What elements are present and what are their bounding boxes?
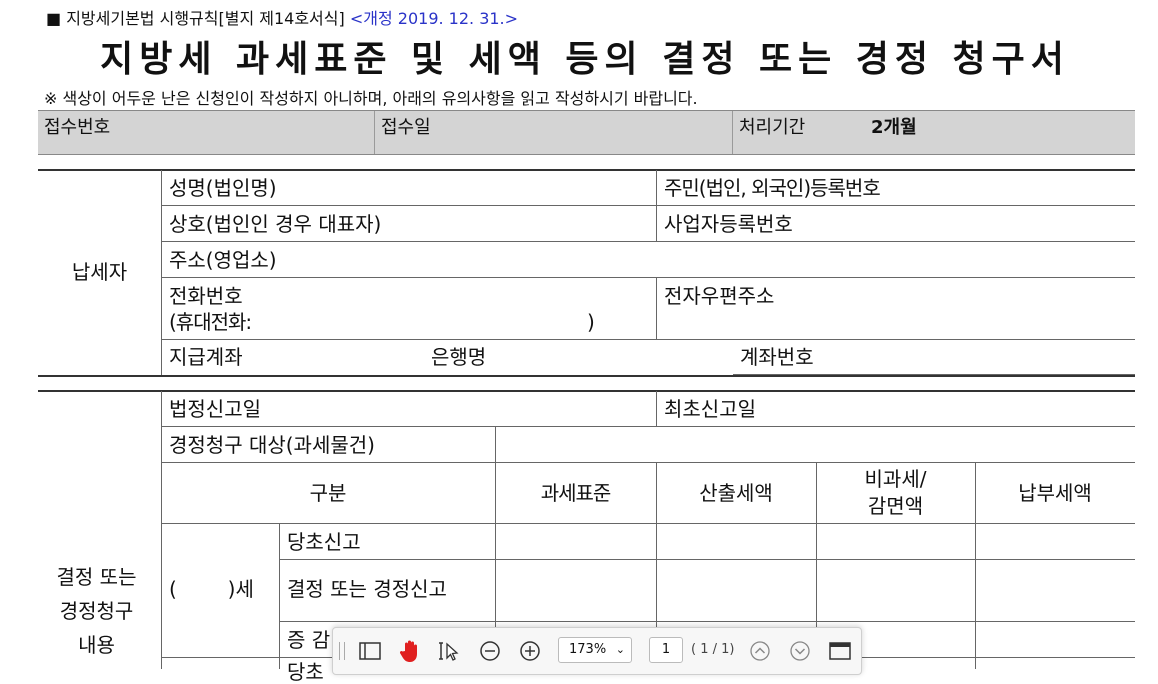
section-top-rule: [38, 169, 1135, 171]
account-label: 지급계좌: [169, 345, 243, 369]
row-divider: [279, 559, 1135, 560]
col-divider: [279, 523, 280, 669]
col-divider: [656, 170, 657, 241]
zoom-select[interactable]: 173% ⌄: [558, 637, 632, 663]
hand-tool-icon[interactable]: [397, 638, 423, 664]
row-divider: [161, 523, 1135, 524]
claim-section-label-3: 내용: [78, 633, 115, 657]
registration-number-label: 주민(법인, 외국인)등록번호: [664, 176, 881, 200]
page-total: ( 1 / 1): [691, 642, 735, 657]
toolbar-grip[interactable]: [339, 642, 345, 660]
chevron-down-icon: ⌄: [615, 643, 625, 656]
address-label: 주소(영업소): [169, 248, 277, 272]
row-divider: [161, 277, 1135, 278]
zoom-in-icon[interactable]: [517, 638, 543, 664]
receipt-number-label: 접수번호: [44, 117, 111, 138]
claim-section-label-1: 결정 또는: [56, 565, 137, 589]
mobile-label: (휴대전화:: [169, 310, 252, 334]
first-filing-date-label: 최초신고일: [664, 397, 756, 421]
paid-tax-header: 납부세액: [1018, 481, 1092, 505]
tax-type-label: ( )세: [169, 577, 254, 601]
page-number-input[interactable]: 1: [649, 637, 683, 663]
row-divider: [161, 241, 1135, 242]
change-label: 증 감: [287, 628, 331, 652]
previous-page-icon[interactable]: [747, 638, 773, 664]
decision-filing-label: 결정 또는 경정신고: [287, 577, 447, 601]
legal-date-label: 법정신고일: [169, 397, 261, 421]
section-bottom-rule: [38, 375, 1135, 377]
row-divider: [161, 339, 1135, 340]
viewer-toolbar: 173% ⌄ 1 ( 1 / 1): [332, 627, 862, 675]
row-divider: [279, 621, 1135, 622]
calculated-tax-header: 산출세액: [699, 481, 773, 505]
receipt-number-cell: 접수번호: [38, 111, 375, 154]
trade-name-label: 상호(법인인 경우 대표자): [169, 212, 382, 236]
exemption-header-1: 비과세/: [864, 467, 927, 491]
select-cursor-icon[interactable]: [437, 638, 463, 664]
account-number-label: 계좌번호: [740, 345, 814, 369]
name-label: 성명(법인명): [169, 176, 277, 200]
initial-filing-label: 당초신고: [287, 530, 361, 554]
row-divider: [161, 205, 1135, 206]
fit-page-icon[interactable]: [827, 638, 853, 664]
form-ref-text: ■ 지방세기본법 시행규칙[별지 제14호서식]: [46, 9, 345, 28]
claim-top-rule: [38, 390, 1135, 392]
claim-section-label-2: 경정청구: [59, 599, 134, 623]
zoom-value: 173%: [569, 642, 607, 657]
exemption-header-2: 감면액: [867, 494, 924, 518]
claim-label-divider: [161, 391, 162, 669]
processing-period-value: 2개월: [870, 117, 917, 138]
zoom-out-icon[interactable]: [477, 638, 503, 664]
taxpayer-label-divider: [161, 170, 162, 376]
page-title: 지방세 과세표준 및 세액 등의 결정 또는 경정 청구서: [100, 39, 1070, 80]
partial-row-label: 당초: [287, 660, 324, 684]
mobile-close-paren: ): [587, 310, 595, 334]
tax-base-header: 과세표준: [540, 481, 612, 505]
claim-target-label: 경정청구 대상(과세물건): [169, 433, 375, 457]
processing-period-label: 처리기간: [739, 117, 806, 138]
bank-name-label: 은행명: [431, 345, 487, 369]
processing-period-cell: 처리기간 2개월: [733, 111, 1135, 154]
receipt-date-label: 접수일: [381, 117, 431, 138]
division-header: 구분: [309, 481, 347, 505]
receipt-date-cell: 접수일: [375, 111, 733, 154]
phone-label: 전화번호: [169, 284, 243, 308]
row-divider: [161, 426, 1135, 427]
form-reference: ■ 지방세기본법 시행규칙[별지 제14호서식] <개정 2019. 12. 3…: [46, 5, 518, 29]
instruction-note: ※ 색상이 어두운 난은 신청인이 작성하지 아니하며, 아래의 유의사항을 읽…: [44, 89, 698, 108]
revision-date: <개정 2019. 12. 31.>: [349, 9, 519, 28]
taxpayer-section-label: 납세자: [71, 260, 128, 284]
row-divider: [161, 462, 1135, 463]
next-page-icon[interactable]: [787, 638, 813, 664]
sidebar-toggle-icon[interactable]: [357, 638, 383, 664]
receipt-band: 접수번호 접수일 처리기간 2개월: [38, 110, 1135, 155]
col-divider: [656, 391, 657, 426]
email-label: 전자우편주소: [664, 284, 775, 308]
col-divider: [656, 277, 657, 339]
business-number-label: 사업자등록번호: [664, 212, 793, 236]
